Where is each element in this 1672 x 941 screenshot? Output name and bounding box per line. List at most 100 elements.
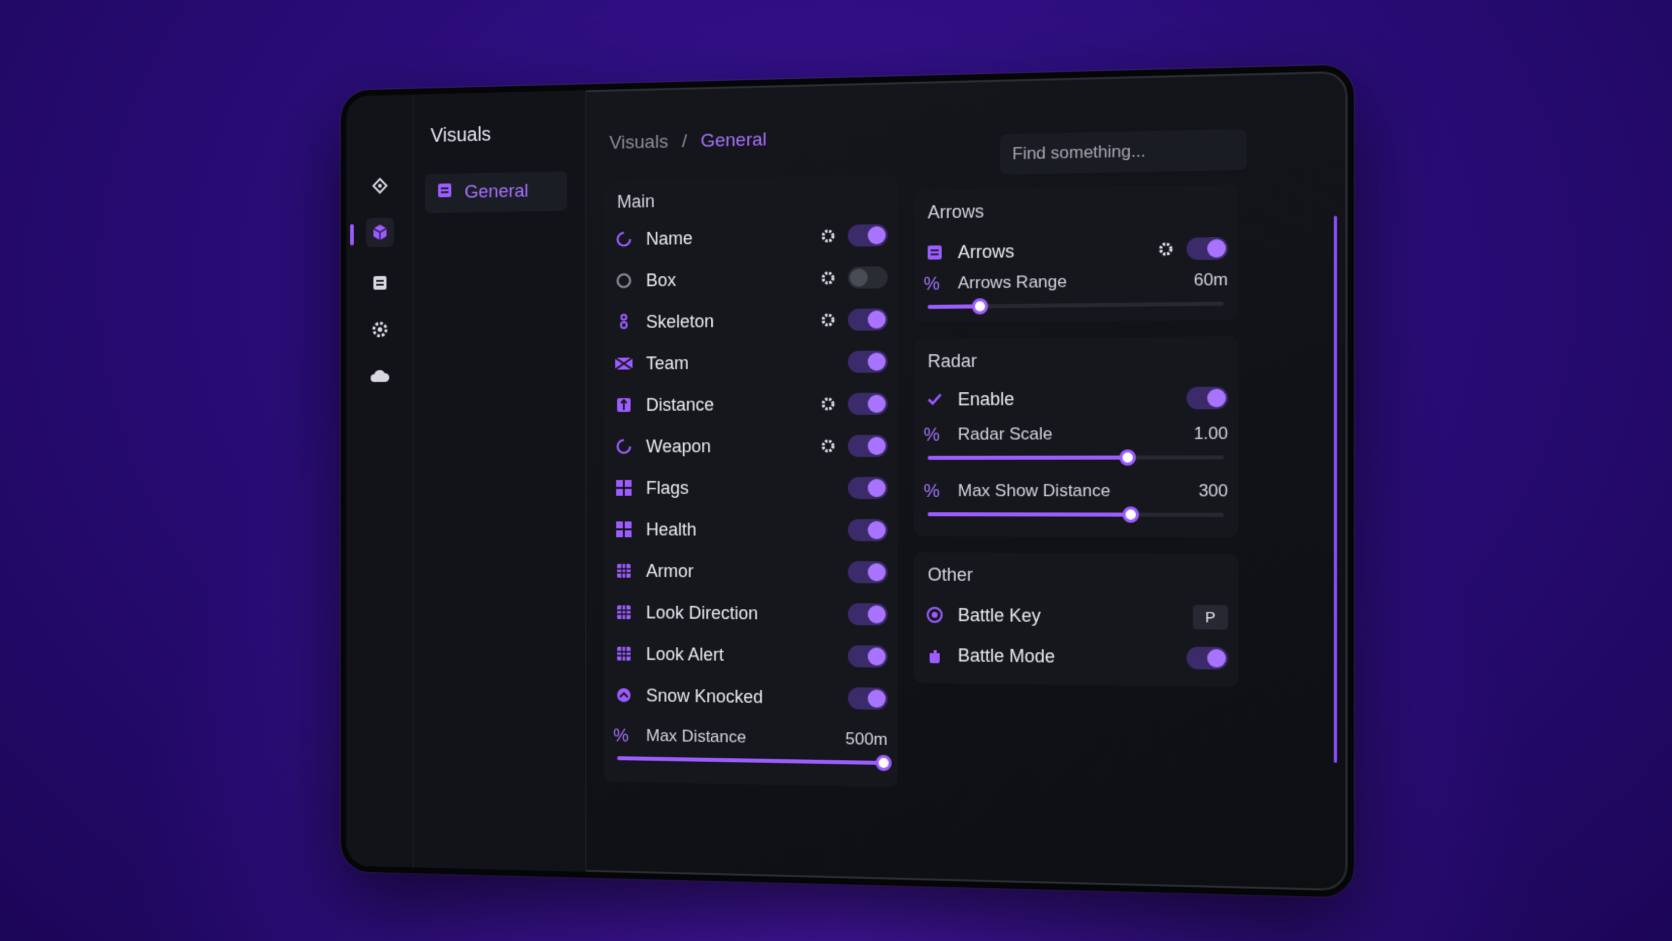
main-row-box[interactable]: Box	[613, 259, 888, 298]
radar-enable-toggle[interactable]	[1186, 386, 1229, 410]
max-distance-slider[interactable]: % Max Distance 500m	[613, 723, 892, 773]
main-row-distance[interactable]: Distance	[613, 386, 888, 423]
gear-icon[interactable]	[818, 436, 838, 456]
main-row-look-alert[interactable]: Look Alert	[613, 636, 888, 675]
row-label: Look Alert	[646, 643, 724, 665]
section-title: Visuals	[430, 123, 492, 147]
slider-track[interactable]	[617, 754, 892, 772]
slider-track[interactable]	[927, 449, 1224, 466]
subnav-item-general[interactable]: General	[424, 171, 568, 214]
slider-label: Max Show Distance	[957, 481, 1111, 501]
battle-key-row[interactable]: Battle Key P	[924, 597, 1229, 636]
row-toggle[interactable]	[847, 603, 888, 626]
toggle-knob	[867, 226, 886, 245]
arrows-label: Arrows	[957, 240, 1015, 262]
search-input[interactable]	[1000, 128, 1247, 175]
slider-fill	[927, 512, 1131, 517]
row-toggle[interactable]	[847, 645, 888, 668]
battle-mode-label: Battle Mode	[957, 644, 1056, 667]
health-icon	[613, 518, 634, 540]
main-row-name[interactable]: Name	[613, 217, 888, 257]
enable-label: Enable	[957, 388, 1015, 409]
arrows-range-slider[interactable]: % Arrows Range 60m	[924, 267, 1228, 317]
slider-thumb[interactable]	[875, 754, 892, 772]
row-toggle[interactable]	[847, 687, 888, 710]
percent-icon: %	[923, 480, 940, 501]
circle-outline-icon	[613, 270, 634, 292]
check-icon	[924, 388, 946, 410]
battle-mode-row[interactable]: Battle Mode	[924, 637, 1229, 677]
toggle-knob	[867, 310, 886, 329]
main-row-flags[interactable]: Flags	[613, 470, 888, 506]
distance-icon	[613, 394, 634, 416]
breadcrumb-parent[interactable]: Visuals	[609, 132, 668, 155]
row-toggle[interactable]	[847, 519, 888, 542]
skeleton-icon	[613, 311, 634, 333]
active-indicator	[350, 224, 354, 246]
main-row-armor[interactable]: Armor	[613, 553, 888, 590]
row-toggle[interactable]	[847, 561, 888, 584]
max-show-distance-slider[interactable]: % Max Show Distance 300	[924, 478, 1228, 525]
other-panel: Other Battle Key P Battle Mode	[913, 552, 1239, 688]
icon-rail	[346, 94, 414, 868]
arrows-toggle[interactable]	[1186, 236, 1229, 261]
main-row-look-direction[interactable]: Look Direction	[613, 594, 888, 632]
cube-icon[interactable]	[365, 217, 394, 248]
main-row-snow-knocked[interactable]: Snow Knocked	[613, 677, 888, 717]
flags-icon	[613, 477, 634, 499]
radar-scale-slider[interactable]: % Radar Scale 1.00	[924, 421, 1228, 468]
slider-label: Radar Scale	[957, 424, 1053, 444]
arrows-toggle-row[interactable]: Arrows	[924, 230, 1229, 271]
row-toggle[interactable]	[847, 266, 888, 289]
slider-label: Arrows Range	[957, 271, 1067, 293]
breadcrumb-separator: /	[681, 131, 687, 153]
sub-navigation: Visuals General	[413, 90, 587, 872]
gear-icon[interactable]	[818, 226, 838, 246]
percent-icon: %	[923, 424, 940, 445]
main-row-health[interactable]: Health	[613, 512, 888, 549]
cloud-icon[interactable]	[366, 361, 394, 390]
gear-icon[interactable]	[818, 394, 838, 414]
radar-panel-title: Radar	[927, 350, 977, 372]
row-toggle[interactable]	[847, 308, 888, 331]
slider-fill	[617, 756, 884, 765]
radar-enable-row[interactable]: Enable	[924, 379, 1229, 417]
list-icon[interactable]	[366, 268, 394, 298]
diamond-icon[interactable]	[366, 171, 394, 201]
main-row-weapon[interactable]: Weapon	[613, 428, 888, 464]
row-label: Weapon	[646, 435, 711, 456]
row-toggle[interactable]	[847, 392, 888, 415]
main-row-team[interactable]: Team	[613, 344, 888, 382]
slider-label: Max Distance	[646, 726, 747, 747]
grid-icon	[613, 601, 634, 623]
main-row-skeleton[interactable]: Skeleton	[613, 301, 888, 340]
breadcrumb-current: General	[700, 129, 767, 152]
knocked-icon	[613, 684, 634, 706]
gear-icon[interactable]	[818, 268, 838, 288]
toggle-knob	[867, 563, 886, 582]
grid-icon	[613, 560, 634, 582]
keybind-badge[interactable]: P	[1192, 604, 1229, 630]
team-flag-icon	[613, 353, 634, 375]
slider-thumb[interactable]	[1119, 449, 1137, 466]
slider-track[interactable]	[927, 506, 1224, 523]
slider-thumb[interactable]	[1122, 506, 1140, 523]
row-label: Health	[646, 519, 697, 539]
gear-icon[interactable]	[1155, 239, 1176, 260]
row-toggle[interactable]	[847, 434, 888, 457]
content-area: Visuals / General Main Name Box Skeleton Te…	[586, 71, 1347, 891]
toggle-knob	[849, 268, 868, 287]
gear-icon[interactable]	[366, 315, 394, 344]
percent-icon: %	[923, 273, 940, 294]
list-icon	[924, 241, 946, 263]
row-toggle[interactable]	[847, 350, 888, 373]
battle-mode-toggle[interactable]	[1186, 646, 1229, 670]
slider-track[interactable]	[927, 298, 1224, 315]
arrows-panel: Arrows Arrows % Arrows Range 60m	[913, 184, 1239, 324]
row-label: Name	[646, 227, 693, 249]
gear-icon[interactable]	[818, 310, 838, 330]
row-toggle[interactable]	[847, 476, 888, 500]
slider-thumb[interactable]	[972, 298, 989, 315]
scrollbar[interactable]	[1333, 215, 1338, 763]
row-toggle[interactable]	[847, 224, 888, 247]
